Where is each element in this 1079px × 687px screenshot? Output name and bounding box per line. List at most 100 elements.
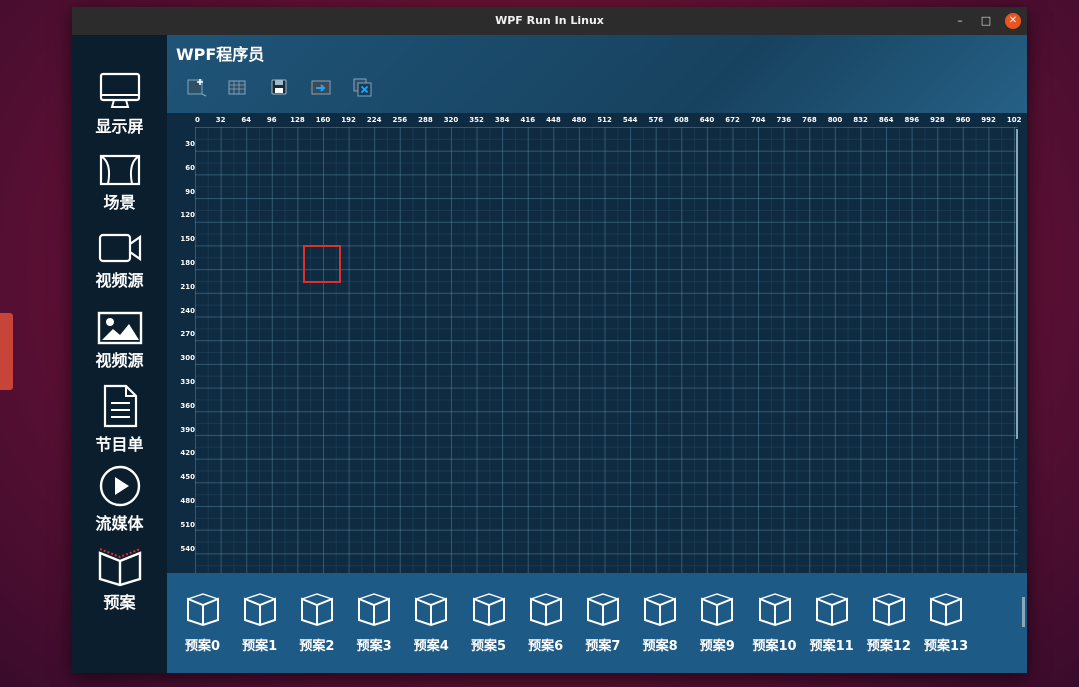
book-icon bbox=[529, 593, 562, 627]
ruler-tick-label: 448 bbox=[546, 116, 561, 124]
plan-item[interactable]: 预案11 bbox=[803, 593, 860, 654]
plan-label: 预案3 bbox=[356, 639, 392, 654]
ruler-tick-label: 992 bbox=[981, 116, 996, 124]
ruler-tick-label: 224 bbox=[366, 116, 382, 124]
book-icon bbox=[815, 593, 848, 627]
plan-item[interactable]: 预案1 bbox=[231, 593, 288, 654]
sidebar-item-label: 显示屏 bbox=[95, 117, 144, 136]
grid-icon[interactable] bbox=[227, 77, 247, 97]
ruler-tick-label: 102 bbox=[1006, 116, 1022, 124]
plan-item[interactable]: 预案7 bbox=[574, 593, 631, 654]
close-all-icon[interactable] bbox=[353, 77, 373, 97]
ruler-tick-label: 30 bbox=[185, 140, 195, 148]
minimize-button[interactable]: – bbox=[952, 13, 968, 29]
plan-label: 预案7 bbox=[585, 639, 621, 654]
ruler-tick-label: 120 bbox=[180, 211, 195, 220]
plan-label: 预案6 bbox=[528, 639, 564, 654]
plan-label: 预案1 bbox=[242, 639, 278, 654]
sidebar-item-scene[interactable]: 场景 bbox=[72, 153, 167, 213]
book-icon bbox=[872, 593, 905, 627]
ruler-tick-label: 330 bbox=[180, 378, 195, 386]
sidebar-item-display[interactable]: 显示屏 bbox=[72, 71, 167, 137]
sidebar-item-label: 场景 bbox=[103, 193, 136, 212]
ruler-tick-label: 576 bbox=[648, 116, 664, 124]
ruler-tick-label: 512 bbox=[597, 116, 612, 124]
plan-item[interactable]: 预案5 bbox=[460, 593, 517, 654]
ruler-tick-label: 256 bbox=[392, 116, 408, 124]
plan-item[interactable]: 预案4 bbox=[403, 593, 460, 654]
book-icon bbox=[358, 593, 391, 627]
ruler-tick-label: 288 bbox=[418, 116, 433, 124]
ruler-tick-label: 180 bbox=[180, 259, 195, 267]
ruler-tick-label: 540 bbox=[180, 544, 195, 553]
layout-canvas[interactable]: 0 32 64 96 128 160 192 224 256 288 320 352 384 416 448… bbox=[167, 113, 1027, 573]
ruler-tick-label: 360 bbox=[180, 401, 195, 410]
plan-item[interactable]: 预案3 bbox=[346, 593, 403, 654]
window-title: WPF Run In Linux bbox=[495, 14, 604, 27]
ruler-tick-label: 960 bbox=[955, 116, 971, 124]
plan-bar: 预案0 预案1 预案2 预案3 预案4 预案5 预案6 预案7 预案8 预案9 预案10 预案11 预案… bbox=[167, 573, 1027, 673]
ruler-tick-label: 736 bbox=[776, 116, 792, 124]
ruler-tick-label: 240 bbox=[180, 306, 195, 315]
export-icon[interactable] bbox=[311, 77, 331, 97]
ruler-tick-label: 416 bbox=[520, 116, 536, 124]
ruler-tick-label: 160 bbox=[315, 116, 331, 124]
selected-window-rect[interactable] bbox=[303, 245, 341, 283]
title-bar[interactable]: WPF Run In Linux – □ ✕ bbox=[72, 7, 1027, 35]
sidebar-item-playlist[interactable]: 节目单 bbox=[72, 383, 167, 455]
sidebar-item-video-source[interactable]: 视频源 bbox=[72, 231, 167, 291]
plan-scrollbar[interactable] bbox=[1022, 597, 1025, 627]
book-icon bbox=[758, 593, 791, 627]
ruler-tick-label: 640 bbox=[699, 116, 715, 124]
ruler-tick-label: 60 bbox=[185, 163, 195, 172]
plan-label: 预案0 bbox=[184, 639, 221, 654]
ruler-tick-label: 0 bbox=[195, 116, 200, 124]
ruler-tick-label: 928 bbox=[930, 116, 945, 124]
ruler-tick-label: 32 bbox=[215, 116, 226, 124]
plan-item[interactable]: 预案6 bbox=[517, 593, 574, 654]
ruler-tick-label: 90 bbox=[185, 187, 195, 196]
sidebar-item-plan[interactable]: 预案 bbox=[72, 541, 167, 613]
top-ruler: 0 32 64 96 128 160 192 224 256 288 320 352 384 416 448… bbox=[195, 113, 1022, 127]
book-icon bbox=[186, 593, 219, 627]
play-icon bbox=[99, 465, 140, 507]
ruler-tick-label: 420 bbox=[180, 449, 195, 458]
plan-item[interactable]: 预案12 bbox=[860, 593, 917, 654]
image-icon bbox=[97, 311, 142, 345]
vertical-scrollbar[interactable] bbox=[1016, 129, 1018, 439]
ruler-tick-label: 896 bbox=[904, 116, 920, 124]
sidebar-item-label: 流媒体 bbox=[95, 514, 144, 533]
book-icon bbox=[644, 593, 677, 627]
book-icon bbox=[300, 593, 333, 627]
plan-item[interactable]: 预案0 bbox=[174, 593, 231, 654]
ruler-tick-label: 210 bbox=[180, 282, 195, 291]
monitor-icon bbox=[99, 72, 140, 108]
plan-item[interactable]: 预案13 bbox=[918, 593, 975, 654]
plan-item[interactable]: 预案8 bbox=[632, 593, 689, 654]
ruler-tick-label: 480 bbox=[180, 497, 195, 505]
maximize-button[interactable]: □ bbox=[978, 13, 994, 29]
canvas-grid[interactable] bbox=[195, 127, 1018, 573]
close-button[interactable]: ✕ bbox=[1005, 13, 1021, 29]
plan-item[interactable]: 预案2 bbox=[288, 593, 345, 654]
add-screen-icon[interactable] bbox=[187, 77, 207, 97]
main-panel: WPF程序员 0 32 64 96 128 160 192 224 256 288 320 352 38… bbox=[167, 35, 1027, 673]
sidebar-item-streaming[interactable]: 流媒体 bbox=[72, 464, 167, 534]
ruler-tick-label: 192 bbox=[341, 116, 356, 124]
ruler-tick-label: 450 bbox=[180, 473, 195, 482]
plan-label: 预案12 bbox=[866, 639, 911, 654]
ruler-tick-label: 800 bbox=[827, 116, 843, 124]
sidebar-item-label: 预案 bbox=[103, 593, 136, 612]
sidebar-item-image-source[interactable]: 视频源 bbox=[72, 311, 167, 371]
save-icon[interactable] bbox=[269, 77, 289, 97]
ruler-tick-label: 320 bbox=[443, 116, 459, 124]
plan-label: 预案8 bbox=[642, 639, 678, 654]
ruler-tick-label: 510 bbox=[180, 520, 195, 529]
plan-label: 预案4 bbox=[413, 639, 449, 654]
left-ruler: 30 60 90 120 150 180 210 240 270 300 330 360 390 420 4… bbox=[167, 127, 195, 573]
plan-item[interactable]: 预案9 bbox=[689, 593, 746, 654]
sidebar-item-label: 视频源 bbox=[95, 271, 144, 290]
app-window: WPF Run In Linux – □ ✕ 显示屏 场景 视频源 视频源 节目… bbox=[72, 7, 1027, 673]
book-icon bbox=[243, 593, 276, 627]
plan-item[interactable]: 预案10 bbox=[746, 593, 803, 654]
